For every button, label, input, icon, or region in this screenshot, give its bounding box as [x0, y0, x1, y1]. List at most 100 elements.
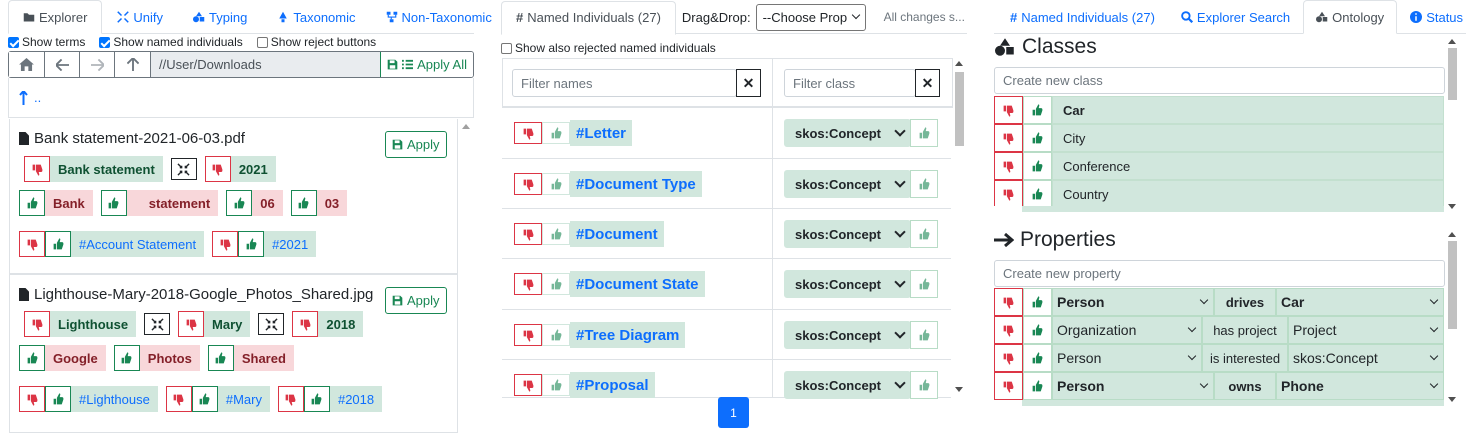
reject-button[interactable] — [165, 386, 192, 412]
accept-class-button[interactable] — [910, 270, 938, 298]
accept-button[interactable] — [45, 386, 71, 412]
classes-scrollbar[interactable] — [1446, 36, 1459, 212]
accept-button[interactable] — [303, 386, 330, 412]
accept-button[interactable] — [1023, 96, 1052, 124]
tag-label[interactable]: #2021 — [264, 231, 317, 257]
accept-button[interactable] — [290, 190, 317, 216]
tab-named-individuals-right[interactable]: # Named Individuals (27) — [997, 0, 1168, 34]
accept-button[interactable] — [542, 122, 570, 144]
clear-names-button[interactable]: ✕ — [736, 69, 761, 97]
accept-button[interactable] — [542, 273, 570, 295]
class-name[interactable]: Country — [1052, 180, 1444, 208]
property-name[interactable]: is interested — [1202, 344, 1288, 372]
object-select[interactable]: Phone — [1276, 372, 1444, 400]
merge-icon[interactable] — [258, 313, 285, 335]
named-individual-label[interactable]: #Tree Diagram — [570, 322, 686, 348]
subject-select[interactable]: Organization — [1052, 316, 1202, 344]
new-property-input[interactable]: Create new property — [994, 260, 1445, 287]
apply-button[interactable]: Apply — [385, 287, 447, 314]
accept-button[interactable] — [1023, 180, 1052, 208]
show-terms-checkbox[interactable]: Show terms — [8, 35, 85, 49]
accept-button[interactable] — [1023, 372, 1052, 400]
up-button[interactable] — [115, 52, 151, 77]
tab-typing[interactable]: Typing — [178, 0, 262, 34]
object-select[interactable]: Project — [1288, 316, 1444, 344]
reject-button[interactable] — [514, 273, 542, 295]
file-list-scrollbar[interactable] — [459, 120, 473, 433]
accept-button[interactable] — [1023, 288, 1052, 316]
accept-button[interactable] — [238, 231, 265, 257]
reject-button[interactable] — [24, 311, 50, 337]
merge-icon[interactable] — [170, 158, 197, 180]
accept-button[interactable] — [19, 345, 45, 371]
forward-button[interactable] — [80, 52, 115, 77]
named-individual-label[interactable]: #Document State — [570, 271, 705, 297]
home-button[interactable] — [9, 52, 45, 77]
accept-button[interactable] — [113, 345, 140, 371]
reject-button[interactable] — [514, 173, 542, 195]
reject-button[interactable] — [514, 223, 542, 245]
tab-taxonomic[interactable]: Taxonomic — [262, 0, 370, 34]
class-name[interactable]: Conference — [1052, 152, 1444, 180]
back-button[interactable] — [45, 52, 80, 77]
show-reject-checkbox[interactable]: Show reject buttons — [256, 35, 376, 49]
subject-select[interactable]: Person — [1052, 372, 1214, 400]
reject-button[interactable] — [19, 231, 45, 257]
accept-button[interactable] — [1023, 124, 1052, 152]
show-named-checkbox[interactable]: Show named individuals — [99, 35, 243, 49]
class-select[interactable]: skos:Concept — [784, 321, 911, 349]
tab-status[interactable]: Status — [1397, 0, 1466, 34]
filter-class-input[interactable]: Filter class — [784, 69, 916, 97]
class-select[interactable]: skos:Concept — [784, 170, 911, 198]
class-select[interactable]: skos:Concept — [784, 119, 911, 147]
object-select[interactable]: skos:Concept — [1288, 344, 1444, 372]
accept-button[interactable] — [191, 386, 218, 412]
accept-class-button[interactable] — [910, 321, 938, 349]
reject-button[interactable] — [514, 324, 542, 346]
accept-class-button[interactable] — [910, 170, 938, 198]
reject-button[interactable] — [994, 316, 1023, 344]
tag-label[interactable]: #Lighthouse — [71, 386, 158, 412]
named-individual-label[interactable]: #Document — [570, 221, 664, 247]
accept-button[interactable] — [542, 374, 570, 396]
reject-button[interactable] — [19, 386, 45, 412]
class-name[interactable]: City — [1052, 124, 1444, 152]
named-individual-label[interactable]: #Document Type — [570, 171, 702, 197]
accept-button[interactable] — [19, 190, 45, 216]
named-list-scrollbar[interactable] — [953, 58, 966, 396]
class-select[interactable]: skos:Concept — [784, 220, 911, 248]
subject-select[interactable]: Person — [1052, 344, 1202, 372]
tag-label[interactable]: #Mary — [217, 386, 270, 412]
accept-button[interactable] — [207, 345, 234, 371]
tab-explorer-search[interactable]: Explorer Search — [1168, 0, 1303, 34]
accept-button[interactable] — [100, 190, 127, 216]
reject-button[interactable] — [204, 156, 231, 182]
parent-dir-link[interactable]: .. — [8, 78, 474, 118]
reject-button[interactable] — [994, 152, 1023, 180]
reject-button[interactable] — [994, 372, 1023, 400]
clear-class-button[interactable]: ✕ — [915, 69, 940, 97]
show-rejected-checkbox[interactable]: Show also rejected named individuals — [501, 41, 716, 55]
reject-button[interactable] — [178, 311, 205, 337]
reject-button[interactable] — [514, 374, 542, 396]
reject-button[interactable] — [277, 386, 304, 412]
subject-select[interactable]: Person — [1052, 288, 1214, 316]
reject-button[interactable] — [514, 122, 542, 144]
tag-label[interactable]: #2018 — [329, 386, 383, 412]
tab-non-taxonomic[interactable]: Non-Taxonomic — [371, 0, 507, 34]
named-individual-label[interactable]: #Letter — [570, 120, 633, 146]
accept-class-button[interactable] — [910, 220, 938, 248]
reject-button[interactable] — [994, 124, 1023, 152]
accept-button[interactable] — [542, 324, 570, 346]
reject-button[interactable] — [24, 156, 50, 182]
dragdrop-property-select[interactable]: --Choose Prop — [755, 3, 866, 31]
reject-button[interactable] — [994, 180, 1023, 208]
tab-unify[interactable]: Unify — [102, 0, 178, 34]
accept-button[interactable] — [1023, 316, 1052, 344]
accept-class-button[interactable] — [910, 371, 938, 399]
accept-button[interactable] — [542, 173, 570, 195]
reject-button[interactable] — [994, 96, 1023, 124]
property-name[interactable]: owns — [1214, 372, 1276, 400]
tag-label[interactable]: #Account Statement — [71, 231, 205, 257]
property-name[interactable]: drives — [1214, 288, 1276, 316]
